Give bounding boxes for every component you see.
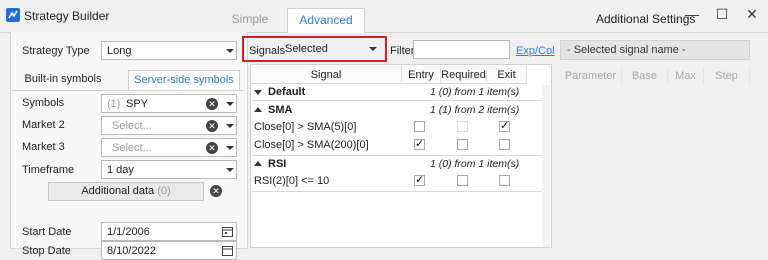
timeframe-select[interactable]: 1 day: [101, 160, 237, 179]
clear-x-icon[interactable]: ✕: [206, 120, 218, 132]
group-default-info: 1 (0) from 1 item(s): [430, 86, 520, 98]
market2-placeholder: Select...: [112, 120, 152, 132]
timeframe-label: Timeframe: [22, 164, 75, 176]
group-sma-info: 1 (1) from 2 item(s): [430, 104, 520, 116]
chevron-down-icon: [369, 47, 377, 51]
col-required[interactable]: Required: [441, 66, 487, 84]
start-date-field[interactable]: 1/1/2006: [101, 222, 237, 241]
exit-checkbox[interactable]: [499, 175, 510, 186]
market3-select[interactable]: Select... ✕: [101, 138, 237, 157]
maximize-button[interactable]: ☐: [708, 4, 736, 24]
start-date-label: Start Date: [22, 226, 72, 238]
signals-value: Selected: [285, 43, 328, 55]
group-separator: [252, 191, 550, 192]
required-checkbox[interactable]: [457, 139, 468, 150]
strategy-type-select[interactable]: Long: [101, 41, 237, 60]
signals-scrollbar[interactable]: [542, 85, 550, 247]
close-button[interactable]: ✕: [738, 4, 766, 24]
strategy-builder-icon: [6, 8, 20, 22]
chevron-down-icon[interactable]: [226, 146, 234, 150]
exit-checkbox[interactable]: ✓: [499, 120, 510, 132]
chevron-down-icon[interactable]: [226, 124, 234, 128]
additional-data-button[interactable]: Additional data (0): [48, 182, 204, 201]
signals-label: Signals: [249, 45, 286, 57]
col-parameter: Parameter: [560, 67, 622, 85]
col-step: Step: [704, 67, 750, 85]
symbols-select[interactable]: (1) SPY ✕: [101, 94, 237, 113]
additional-data-label: Additional data: [81, 185, 155, 197]
group-default-name[interactable]: Default: [268, 86, 305, 98]
group-separator: [252, 100, 550, 101]
strategy-type-value: Long: [107, 45, 132, 57]
minimize-button[interactable]: —: [678, 4, 706, 24]
strategy-type-label: Strategy Type: [22, 45, 90, 57]
stop-date-field[interactable]: 8/10/2022: [101, 241, 237, 260]
col-signal[interactable]: Signal: [251, 66, 402, 84]
col-max: Max: [668, 67, 704, 85]
entry-checkbox[interactable]: [414, 121, 425, 132]
check-icon: ✓: [415, 174, 425, 186]
clear-x-icon[interactable]: ✕: [206, 98, 218, 110]
market2-select[interactable]: Select... ✕: [101, 116, 237, 135]
market2-label: Market 2: [22, 119, 65, 131]
filter-input[interactable]: [413, 40, 510, 59]
calendar-icon[interactable]: [222, 226, 233, 237]
market3-label: Market 3: [22, 141, 65, 153]
signal-row-name[interactable]: RSI(2)[0] <= 10: [254, 175, 329, 187]
additional-data-count: (0): [157, 185, 171, 197]
collapse-triangle-icon[interactable]: [254, 87, 262, 99]
entry-checkbox[interactable]: ✓: [414, 138, 425, 150]
col-entry[interactable]: Entry: [402, 66, 441, 84]
tab-builtin-symbols[interactable]: Built-in symbols: [18, 73, 108, 85]
check-icon: ✓: [500, 120, 510, 132]
stop-date-label: Stop Date: [22, 245, 71, 257]
expand-triangle-icon[interactable]: [254, 159, 262, 171]
chevron-down-icon: [226, 168, 234, 172]
clear-x-icon[interactable]: ✕: [210, 185, 222, 197]
chevron-down-icon: [226, 49, 234, 53]
expand-triangle-icon[interactable]: [254, 105, 262, 117]
required-checkbox[interactable]: [457, 175, 468, 186]
col-exit[interactable]: Exit: [487, 66, 527, 84]
window-title: Strategy Builder: [24, 9, 110, 23]
entry-checkbox[interactable]: ✓: [414, 174, 425, 186]
tab-simple[interactable]: Simple: [220, 8, 280, 32]
group-rsi-info: 1 (0) from 1 item(s): [430, 158, 520, 170]
exp-col-link[interactable]: Exp/Col: [516, 45, 555, 57]
tab-advanced[interactable]: Advanced: [287, 8, 365, 33]
symbols-label: Symbols: [22, 97, 65, 109]
signal-row-name[interactable]: Close[0] > SMA(200)[0]: [254, 139, 369, 151]
group-separator: [252, 155, 550, 156]
start-date-value: 1/1/2006: [107, 226, 150, 238]
required-checkbox[interactable]: [457, 121, 468, 132]
chevron-down-icon[interactable]: [226, 102, 234, 106]
group-sma-name[interactable]: SMA: [268, 104, 292, 116]
stop-date-value: 8/10/2022: [107, 245, 156, 257]
signal-row-name[interactable]: Close[0] > SMA(5)[0]: [254, 121, 356, 133]
filter-label: Filter: [390, 45, 415, 57]
tab-server-side-symbols[interactable]: Server-side symbols: [128, 70, 240, 90]
market3-placeholder: Select...: [112, 142, 152, 154]
exit-checkbox[interactable]: [499, 139, 510, 150]
group-rsi-name[interactable]: RSI: [268, 158, 286, 170]
selected-signal-name-box: - Selected signal name -: [560, 40, 750, 60]
calendar-icon[interactable]: [222, 245, 233, 256]
clear-x-icon[interactable]: ✕: [206, 142, 218, 154]
check-icon: ✓: [415, 138, 425, 150]
signals-select[interactable]: Selected: [283, 40, 383, 59]
symbols-value: SPY: [126, 98, 149, 110]
col-base: Base: [622, 67, 668, 85]
timeframe-value: 1 day: [107, 164, 134, 176]
selected-signal-name: - Selected signal name -: [567, 44, 686, 56]
symbols-count: (1): [107, 98, 121, 110]
